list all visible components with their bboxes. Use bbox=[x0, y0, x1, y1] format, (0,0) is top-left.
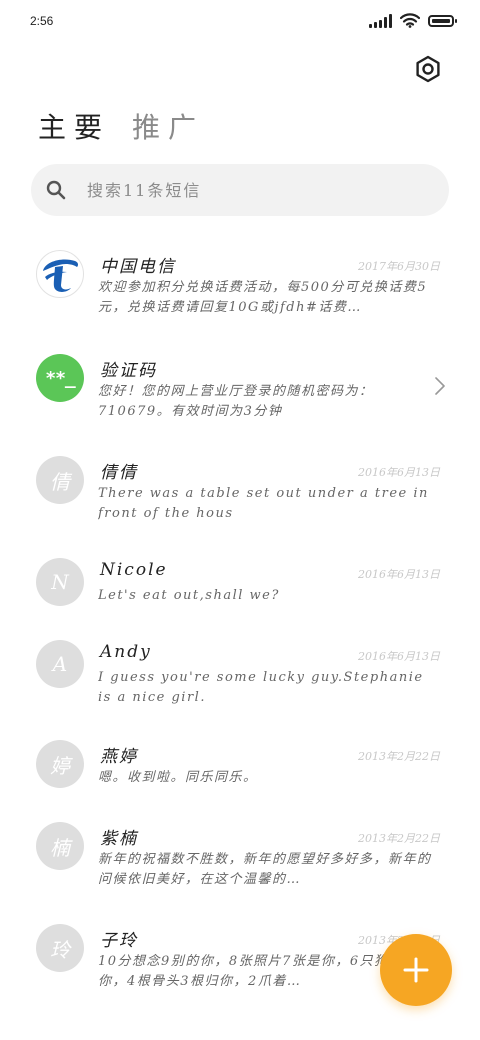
conversation-time: 2016年6月13日 bbox=[358, 466, 440, 479]
battery-icon bbox=[428, 14, 457, 27]
avatar: 倩 bbox=[36, 456, 84, 504]
tab-primary[interactable]: 主要 bbox=[38, 106, 110, 146]
list-item[interactable]: A Andy 2016年6月13日 I guess you're some lu… bbox=[0, 628, 480, 718]
avatar: 楠 bbox=[36, 822, 84, 870]
status-bar: 2:56 bbox=[0, 0, 480, 44]
conversation-name: 紫楠 bbox=[100, 829, 138, 849]
conversation-name: 验证码 bbox=[100, 361, 157, 381]
conversation-preview: There was a table set out under a tree i… bbox=[98, 486, 429, 521]
search-bar[interactable] bbox=[31, 164, 449, 216]
status-time: 2:56 bbox=[30, 14, 54, 28]
conversation-preview: 新年的祝福数不胜数，新年的愿望好多好多，新年的问候依旧美好，在这个温馨的… bbox=[98, 852, 432, 887]
avatar: 婷 bbox=[36, 740, 84, 788]
list-item[interactable]: N Nicole 2016年6月13日 Let's eat out,shall … bbox=[0, 546, 480, 636]
avatar: 玲 bbox=[36, 924, 84, 972]
new-message-button[interactable] bbox=[380, 934, 452, 1006]
avatar: **_ bbox=[36, 354, 84, 402]
conversation-preview: I guess you're some lucky guy.Stephanie … bbox=[98, 670, 424, 705]
avatar bbox=[36, 250, 84, 298]
conversation-time: 2016年6月13日 bbox=[358, 568, 440, 581]
conversation-preview: Let's eat out,shall we? bbox=[98, 588, 280, 603]
conversation-preview: 嗯。收到啦。同乐同乐。 bbox=[98, 770, 258, 785]
signal-icon bbox=[369, 13, 392, 28]
conversation-name: 倩倩 bbox=[100, 463, 138, 483]
list-item[interactable]: 婷 燕婷 2013年2月22日 嗯。收到啦。同乐同乐。 bbox=[0, 728, 480, 818]
search-input[interactable] bbox=[85, 179, 409, 201]
list-item[interactable]: 楠 紫楠 2013年2月22日 新年的祝福数不胜数，新年的愿望好多好多，新年的问… bbox=[0, 810, 480, 900]
conversation-name: 子玲 bbox=[100, 931, 138, 951]
conversation-time: 2017年6月30日 bbox=[358, 260, 440, 273]
list-item[interactable]: 中国电信 2017年6月30日 欢迎参加积分兑换话费活动，每500分可兑换话费5… bbox=[0, 238, 480, 328]
chevron-right-icon[interactable] bbox=[434, 376, 446, 396]
plus-icon bbox=[403, 957, 429, 983]
avatar: A bbox=[36, 640, 84, 688]
tab-bar: 主要 推广 bbox=[38, 106, 204, 146]
wifi-icon bbox=[400, 13, 420, 28]
list-item[interactable]: 倩 倩倩 2016年6月13日 There was a table set ou… bbox=[0, 444, 480, 534]
conversation-time: 2016年6月13日 bbox=[358, 650, 440, 663]
conversation-time: 2013年2月22日 bbox=[358, 832, 440, 845]
status-icons bbox=[369, 13, 457, 28]
tab-promotions[interactable]: 推广 bbox=[132, 106, 204, 146]
conversation-time: 2013年2月22日 bbox=[358, 750, 440, 763]
gear-icon[interactable] bbox=[414, 55, 442, 83]
telecom-logo-icon bbox=[43, 259, 79, 292]
list-item[interactable]: **_ 验证码 您好！您的网上营业厅登录的随机密码为：710679。有效时间为3… bbox=[0, 342, 480, 432]
conversation-preview: 欢迎参加积分兑换话费活动，每500分可兑换话费5元，兑换话费请回复10G或jfd… bbox=[98, 280, 428, 315]
search-icon bbox=[46, 180, 66, 200]
conversation-name: Andy bbox=[100, 642, 152, 662]
conversation-name: Nicole bbox=[100, 560, 168, 580]
avatar: N bbox=[36, 558, 84, 606]
conversation-name: 中国电信 bbox=[100, 257, 176, 277]
conversation-preview: 您好！您的网上营业厅登录的随机密码为：710679。有效时间为3分钟 bbox=[98, 384, 374, 419]
conversation-name: 燕婷 bbox=[100, 747, 138, 767]
